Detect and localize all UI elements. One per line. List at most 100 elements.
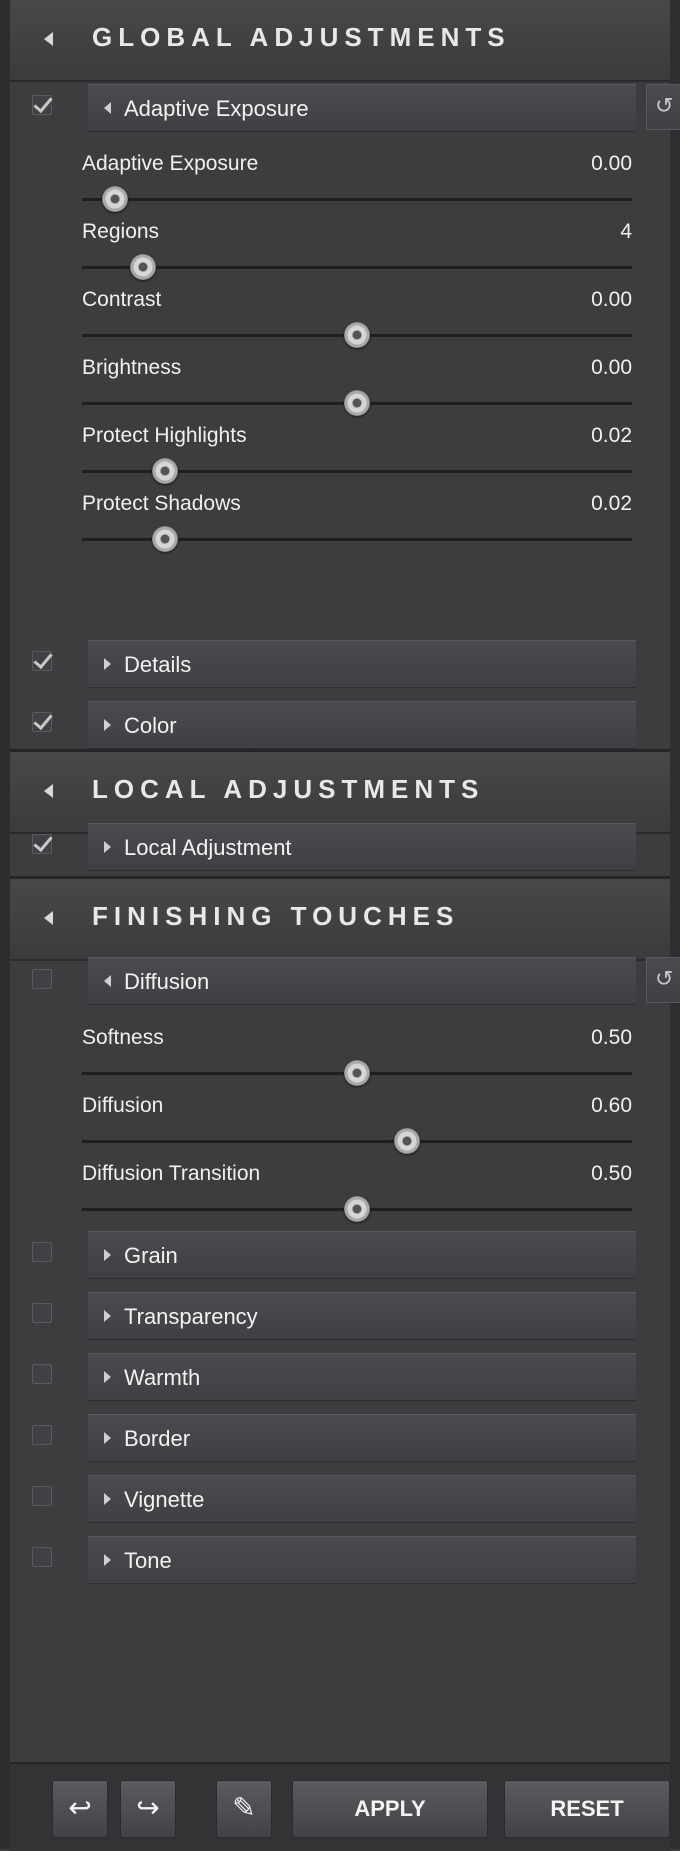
slider-row: Diffusion Transition 0.50 bbox=[82, 1162, 632, 1240]
slider-row: Contrast 0.00 bbox=[82, 288, 632, 366]
slider-value: 0.50 bbox=[591, 1026, 632, 1049]
group-checkbox[interactable] bbox=[32, 1486, 52, 1506]
group-checkbox[interactable] bbox=[32, 651, 52, 671]
group-header[interactable]: Transparency bbox=[88, 1292, 636, 1340]
panel-left-edge bbox=[0, 0, 10, 1849]
group-label: Local Adjustment bbox=[124, 835, 292, 860]
checkbox-diffusion[interactable] bbox=[32, 969, 52, 989]
slider-knob[interactable] bbox=[344, 1196, 370, 1222]
slider-value: 0.02 bbox=[591, 424, 632, 447]
section-title-global: GLOBAL ADJUSTMENTS bbox=[92, 22, 511, 52]
slider-label: Protect Shadows bbox=[82, 492, 241, 515]
slider-label: Protect Highlights bbox=[82, 424, 247, 447]
section-header-global[interactable]: GLOBAL ADJUSTMENTS bbox=[10, 0, 670, 82]
group-label: Border bbox=[124, 1426, 191, 1451]
reset-diffusion-button[interactable]: ↺ bbox=[646, 957, 680, 1003]
reset-button[interactable]: RESET bbox=[504, 1780, 670, 1838]
group-label: Grain bbox=[124, 1243, 178, 1268]
collapse-arrow-icon bbox=[104, 102, 111, 114]
section-title-finishing: FINISHING TOUCHES bbox=[92, 901, 460, 931]
slider-label: Contrast bbox=[82, 288, 162, 311]
slider-knob[interactable] bbox=[344, 390, 370, 416]
group-checkbox[interactable] bbox=[32, 1303, 52, 1323]
group-label: Tone bbox=[124, 1548, 172, 1573]
group-header[interactable]: Color bbox=[88, 701, 636, 749]
slider-knob[interactable] bbox=[102, 186, 128, 212]
slider-value: 0.50 bbox=[591, 1162, 632, 1185]
group-header[interactable]: Vignette bbox=[88, 1475, 636, 1523]
expand-arrow-icon bbox=[104, 1371, 111, 1383]
undo-button[interactable]: ↩ bbox=[52, 1780, 108, 1838]
group-header[interactable]: Warmth bbox=[88, 1353, 636, 1401]
group-checkbox[interactable] bbox=[32, 1425, 52, 1445]
group-label: Details bbox=[124, 652, 192, 677]
group-label-diffusion: Diffusion bbox=[124, 969, 210, 994]
slider-track[interactable] bbox=[82, 198, 632, 201]
checkbox-adaptive-exposure[interactable] bbox=[32, 95, 52, 115]
group-label: Transparency bbox=[124, 1304, 258, 1329]
group-checkbox[interactable] bbox=[32, 1547, 52, 1567]
slider-value: 0.00 bbox=[591, 356, 632, 379]
group-header[interactable]: Grain bbox=[88, 1231, 636, 1279]
section-header-finishing[interactable]: FINISHING TOUCHES bbox=[10, 879, 670, 961]
group-checkbox[interactable] bbox=[32, 1364, 52, 1384]
expand-arrow-icon bbox=[104, 658, 111, 670]
slider-knob[interactable] bbox=[151, 458, 178, 484]
slider-value: 0.02 bbox=[591, 492, 632, 515]
slider-value: 0.60 bbox=[591, 1094, 632, 1117]
panel-right-edge bbox=[670, 0, 680, 1849]
slider-label: Adaptive Exposure bbox=[82, 152, 259, 175]
group-checkbox[interactable] bbox=[32, 1242, 52, 1262]
slider-label: Softness bbox=[82, 1026, 164, 1049]
adjustments-panel: GLOBAL ADJUSTMENTS Adaptive Exposure ↺ A… bbox=[0, 0, 680, 1851]
undo-arrow-icon: ↩ bbox=[68, 1792, 92, 1823]
slider-row: Adaptive Exposure 0.00 bbox=[82, 152, 632, 230]
slider-label: Diffusion Transition bbox=[82, 1162, 261, 1185]
reset-icon: ↺ bbox=[655, 966, 674, 991]
slider-knob[interactable] bbox=[393, 1128, 420, 1154]
group-label: Warmth bbox=[124, 1365, 201, 1390]
slider-knob[interactable] bbox=[344, 1060, 370, 1086]
group-header[interactable]: Tone bbox=[88, 1536, 636, 1584]
bottom-toolbar: ↩ ↪ ✎ APPLY RESET bbox=[10, 1762, 670, 1851]
expand-arrow-icon bbox=[104, 1249, 111, 1261]
slider-value: 0.00 bbox=[591, 288, 632, 311]
group-diffusion[interactable]: Diffusion bbox=[88, 957, 636, 1005]
expand-arrow-icon bbox=[104, 841, 111, 853]
section-title-local: LOCAL ADJUSTMENTS bbox=[92, 774, 485, 804]
expand-arrow-icon bbox=[104, 1432, 111, 1444]
apply-button[interactable]: APPLY bbox=[292, 1780, 488, 1838]
group-checkbox[interactable] bbox=[32, 712, 52, 732]
expand-arrow-icon bbox=[104, 1310, 111, 1322]
slider-label: Regions bbox=[82, 220, 160, 243]
redo-button[interactable]: ↪ bbox=[120, 1780, 176, 1838]
slider-knob[interactable] bbox=[129, 254, 156, 280]
slider-label: Brightness bbox=[82, 356, 182, 379]
slider-knob[interactable] bbox=[151, 526, 178, 552]
group-label: Color bbox=[124, 713, 177, 738]
reset-adaptive-exposure-button[interactable]: ↺ bbox=[646, 84, 680, 130]
group-adaptive-exposure[interactable]: Adaptive Exposure bbox=[88, 84, 636, 132]
slider-row: Regions 4 bbox=[82, 220, 632, 298]
group-label-adaptive-exposure: Adaptive Exposure bbox=[124, 96, 309, 121]
slider-value: 4 bbox=[620, 220, 632, 243]
brush-button[interactable]: ✎ bbox=[216, 1780, 272, 1838]
section-header-local[interactable]: LOCAL ADJUSTMENTS bbox=[10, 752, 670, 834]
slider-value: 0.00 bbox=[591, 152, 632, 175]
expand-arrow-icon bbox=[104, 1554, 111, 1566]
group-header[interactable]: Details bbox=[88, 640, 636, 688]
reset-icon: ↺ bbox=[655, 93, 674, 118]
slider-knob[interactable] bbox=[344, 322, 370, 348]
slider-track[interactable] bbox=[82, 1140, 632, 1143]
slider-track[interactable] bbox=[82, 266, 632, 269]
group-header[interactable]: Border bbox=[88, 1414, 636, 1462]
slider-row: Brightness 0.00 bbox=[82, 356, 632, 434]
expand-arrow-icon bbox=[104, 1493, 111, 1505]
group-header[interactable]: Local Adjustment bbox=[88, 823, 636, 871]
slider-row: Softness 0.50 bbox=[82, 1026, 632, 1104]
brush-icon: ✎ bbox=[232, 1792, 256, 1823]
group-checkbox[interactable] bbox=[32, 834, 52, 854]
slider-label: Diffusion bbox=[82, 1094, 164, 1117]
expand-arrow-icon bbox=[104, 719, 111, 731]
slider-row: Diffusion 0.60 bbox=[82, 1094, 632, 1172]
